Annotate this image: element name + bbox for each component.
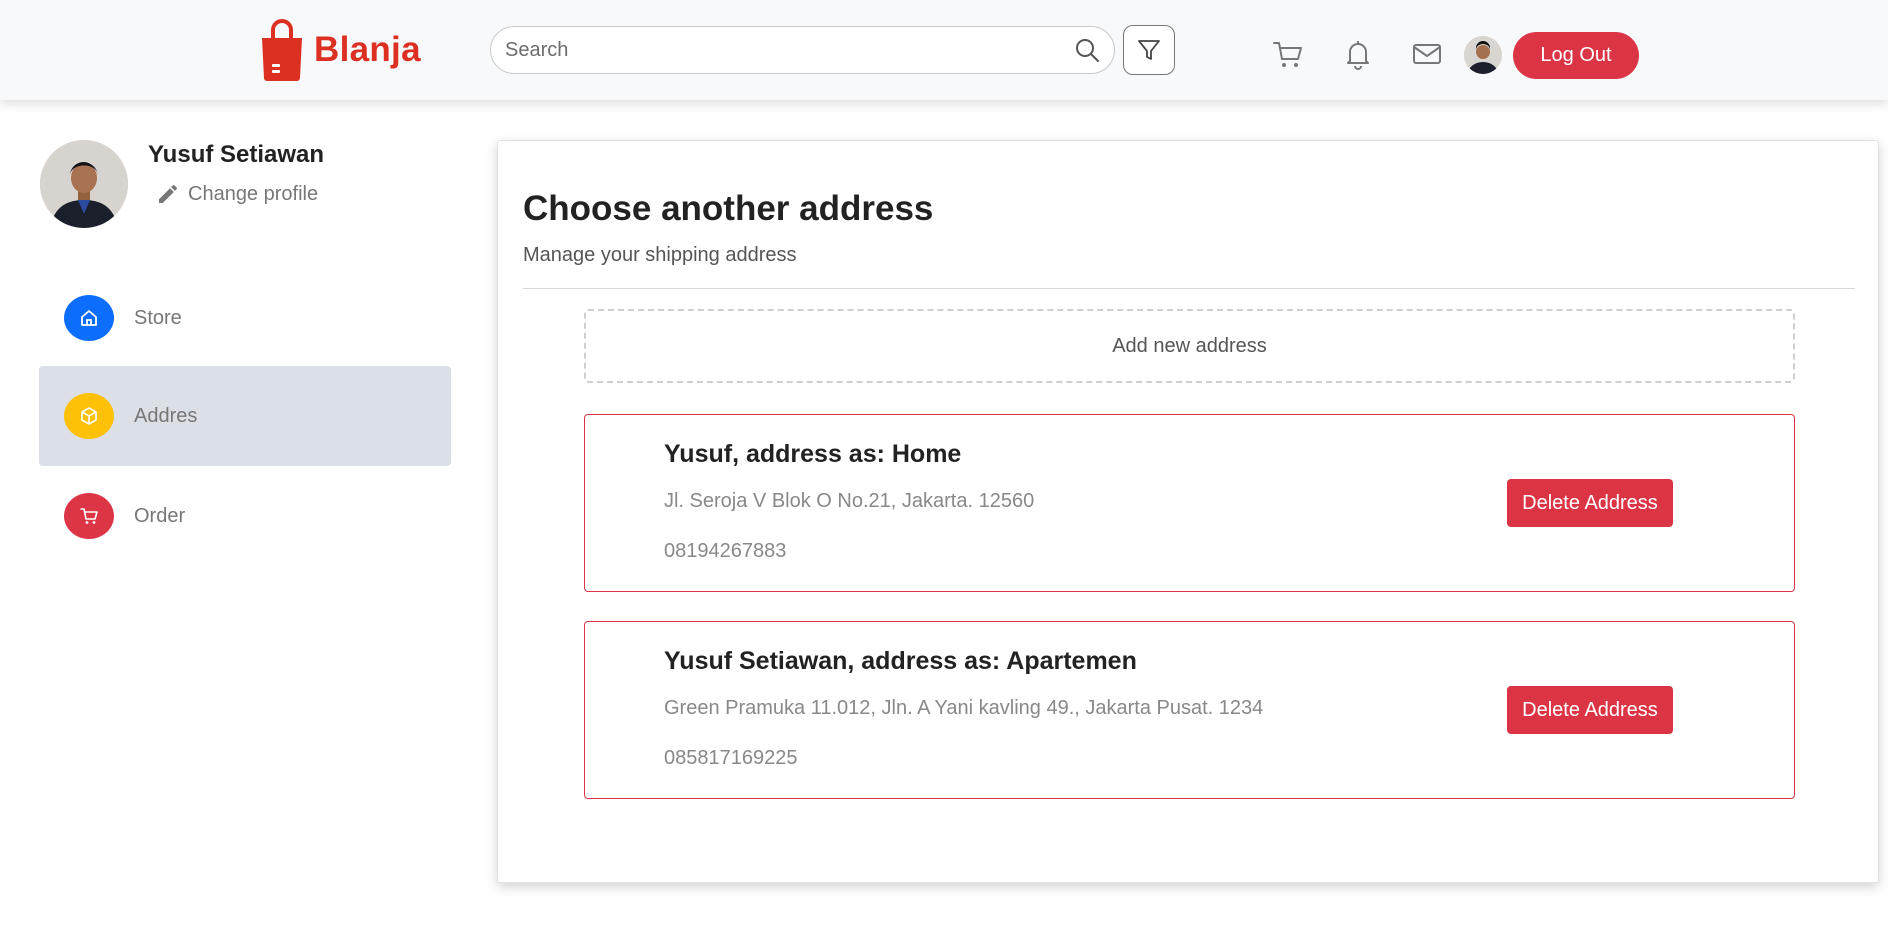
address-card[interactable]: Yusuf, address as: Home Jl. Seroja V Blo… [584, 414, 1795, 592]
address-street: Green Pramuka 11.012, Jln. A Yani kavlin… [664, 697, 1264, 719]
cart-icon [80, 508, 98, 524]
cart-icon[interactable] [1272, 38, 1304, 70]
store-icon-badge [64, 295, 114, 341]
sidebar-item-label: Addres [134, 404, 198, 427]
profile-avatar [40, 140, 128, 228]
address-title: Yusuf Setiawan, address as: Apartemen [664, 647, 1137, 675]
search-icon[interactable] [1074, 37, 1100, 63]
top-navbar: Blanja Log Out [0, 0, 1888, 100]
address-icon-badge [64, 393, 114, 439]
filter-button[interactable] [1123, 25, 1175, 75]
address-card[interactable]: Yusuf Setiawan, address as: Apartemen Gr… [584, 621, 1795, 799]
search-input[interactable] [505, 27, 1045, 73]
page-subtitle: Manage your shipping address [523, 244, 797, 266]
sidebar-item-label: Store [134, 306, 182, 329]
delete-address-button[interactable]: Delete Address [1507, 686, 1673, 734]
brand-logo[interactable]: Blanja [258, 18, 421, 82]
page-title: Choose another address [523, 189, 934, 228]
address-street: Jl. Seroja V Blok O No.21, Jakarta. 1256… [664, 490, 1035, 512]
change-profile-link[interactable]: Change profile [156, 182, 318, 206]
sidebar-item-order[interactable]: Order [39, 466, 451, 566]
shopping-bag-icon [262, 19, 302, 81]
brand-name: Blanja [314, 30, 421, 69]
address-panel: Choose another address Manage your shipp… [497, 140, 1879, 883]
sidebar-item-address[interactable]: Addres [39, 366, 451, 466]
address-phone: 085817169225 [664, 747, 798, 769]
user-avatar[interactable] [1464, 36, 1502, 74]
pencil-icon [159, 184, 178, 203]
address-title: Yusuf, address as: Home [664, 440, 962, 468]
address-phone: 08194267883 [664, 540, 787, 562]
add-new-address-button[interactable]: Add new address [584, 309, 1795, 383]
bell-icon[interactable] [1342, 38, 1374, 70]
filter-icon [1138, 40, 1160, 60]
order-icon-badge [64, 493, 114, 539]
box-icon [81, 407, 97, 425]
sidebar-item-label: Order [134, 504, 186, 527]
home-icon [81, 310, 97, 326]
profile-name: Yusuf Setiawan [148, 141, 325, 168]
logout-button[interactable]: Log Out [1513, 32, 1639, 79]
delete-address-button[interactable]: Delete Address [1507, 479, 1673, 527]
sidebar-item-store[interactable]: Store [39, 268, 451, 368]
divider [523, 288, 1855, 289]
search-bar [490, 26, 1115, 74]
mail-icon[interactable] [1411, 38, 1443, 70]
change-profile-label: Change profile [188, 182, 319, 205]
